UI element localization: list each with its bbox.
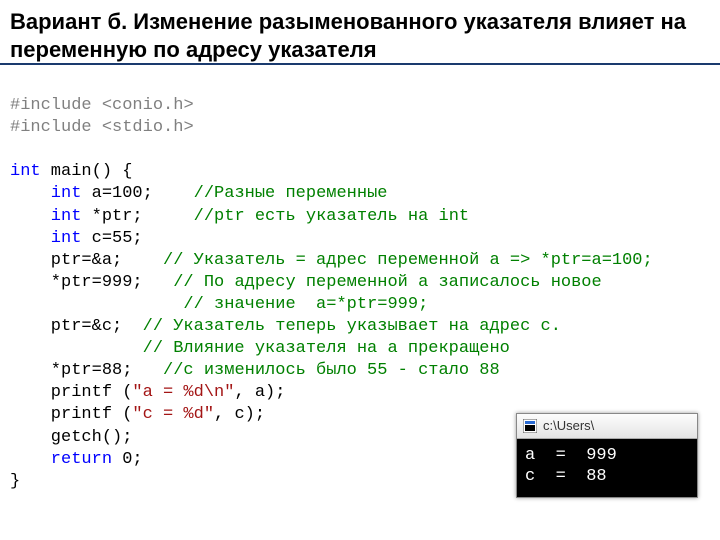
- code-comment: //ptr есть указатель на int: [143, 207, 469, 226]
- code-line: *ptr=999;: [10, 273, 143, 292]
- code-text: , a);: [234, 383, 285, 402]
- code-line: return: [10, 450, 112, 469]
- code-comment: //с изменилось было 55 - стало 88: [132, 361, 499, 380]
- console-title-text: c:\Users\: [543, 418, 594, 433]
- code-string: "a = %d\n": [132, 383, 234, 402]
- code-comment: // Указатель теперь указывает на адрес c…: [122, 317, 561, 336]
- console-output: a = 999 c = 88: [517, 439, 697, 498]
- console-line: c = 88: [525, 467, 607, 486]
- code-line: #include: [10, 118, 92, 137]
- code-comment: // Влияние указателя на a прекращено: [122, 339, 510, 358]
- code-line: [10, 295, 153, 314]
- code-line: int: [10, 184, 81, 203]
- code-comment: // значение a=*ptr=999;: [153, 295, 428, 314]
- code-line: ptr=&a;: [10, 251, 122, 270]
- code-text: 0;: [112, 450, 143, 469]
- code-line: int: [10, 207, 81, 226]
- code-line: int: [10, 162, 41, 181]
- code-comment: // Указатель = адрес переменной a => *pt…: [122, 251, 653, 270]
- code-text: c=55;: [81, 229, 142, 248]
- code-line: int: [10, 229, 81, 248]
- code-line: [10, 339, 122, 358]
- code-comment: // По адресу переменной a записалось нов…: [143, 273, 602, 292]
- code-line: }: [10, 472, 20, 491]
- code-text: , c);: [214, 405, 265, 424]
- code-string: "c = %d": [132, 405, 214, 424]
- code-text: *ptr;: [81, 207, 142, 226]
- code-line: #include: [10, 96, 92, 115]
- code-text: <conio.h>: [92, 96, 194, 115]
- code-line: printf (: [10, 383, 132, 402]
- code-comment: //Разные переменные: [153, 184, 388, 203]
- code-line: ptr=&c;: [10, 317, 122, 336]
- console-titlebar: c:\Users\: [517, 414, 697, 439]
- code-line: *ptr=88;: [10, 361, 132, 380]
- console-line: a = 999: [525, 446, 617, 465]
- code-text: a=100;: [81, 184, 152, 203]
- code-text: main() {: [41, 162, 133, 181]
- console-icon: [523, 419, 537, 433]
- code-line: getch();: [10, 428, 132, 447]
- slide-title: Вариант б. Изменение разыменованного ука…: [0, 0, 720, 65]
- console-window: c:\Users\ a = 999 c = 88: [516, 413, 698, 499]
- code-text: <stdio.h>: [92, 118, 194, 137]
- code-line: printf (: [10, 405, 132, 424]
